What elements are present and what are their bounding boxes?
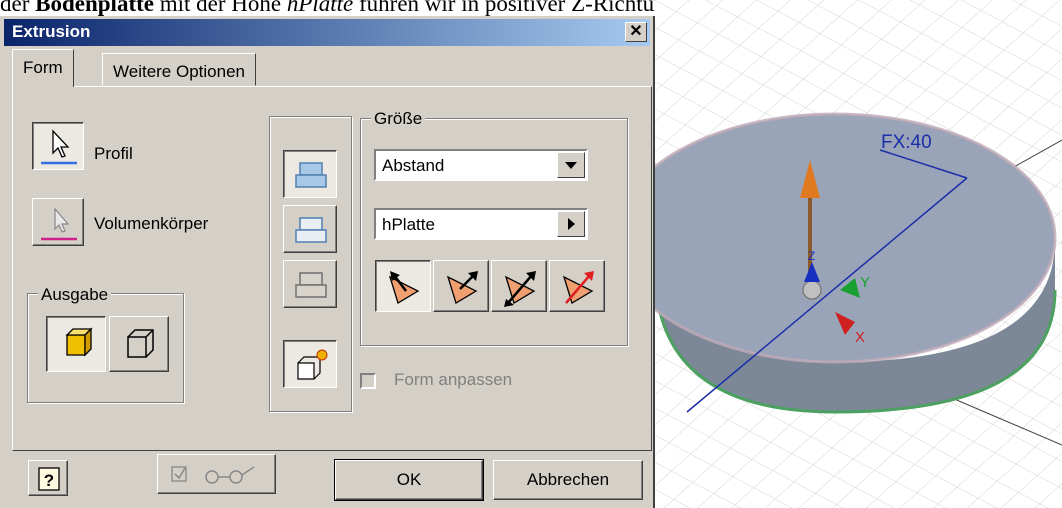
- form-anpassen-label: Form anpassen: [394, 370, 513, 389]
- ausgabe-legend: Ausgabe: [38, 285, 112, 305]
- doc-text-italic: hPlatte: [286, 0, 354, 16]
- groesse-legend: Größe: [371, 109, 426, 129]
- direction-symmetric-button[interactable]: [491, 260, 547, 312]
- doc-text-before: der: [0, 0, 36, 16]
- profil-label: Profil: [94, 144, 133, 163]
- direction-1-button[interactable]: [375, 260, 431, 312]
- direction-symmetric-icon: [504, 271, 536, 307]
- viewport-graphics: FX:40 Z Y X: [655, 0, 1062, 508]
- cut-icon: [295, 217, 327, 243]
- axis-z-label: Z: [808, 249, 815, 263]
- cursor-arrow-icon: [41, 129, 77, 165]
- join-icon: [295, 162, 327, 188]
- distance-value: hPlatte: [382, 215, 435, 234]
- extent-type-dropdown[interactable]: Abstand: [374, 149, 588, 181]
- close-button[interactable]: ✕: [625, 22, 647, 42]
- output-solid-button[interactable]: [46, 316, 106, 372]
- svg-text:?: ?: [44, 471, 54, 490]
- wireframe-cube-icon: [127, 329, 154, 358]
- solid-select-button[interactable]: [32, 198, 84, 246]
- direction-asymmetric-button[interactable]: [549, 260, 605, 312]
- solid-cube-icon: [65, 327, 93, 357]
- form-anpassen-checkbox[interactable]: [360, 373, 376, 389]
- axis-y-label: Y: [860, 274, 870, 291]
- ok-button[interactable]: OK: [334, 459, 484, 501]
- chevron-down-icon[interactable]: [557, 152, 585, 178]
- preview-toggle-button[interactable]: [157, 454, 276, 494]
- output-surface-button[interactable]: [109, 316, 169, 372]
- cancel-button[interactable]: Abbrechen: [493, 460, 643, 500]
- direction-asymmetric-icon: [562, 271, 594, 304]
- extrusion-dialog: Extrusion ✕ Form Weitere Optionen Profil…: [0, 16, 655, 508]
- volumenkoerper-label: Volumenkörper: [94, 214, 209, 233]
- help-icon: ?: [38, 467, 60, 491]
- new-solid-icon: [297, 349, 328, 380]
- dimension-label[interactable]: FX:40: [881, 132, 932, 153]
- join-button[interactable]: [283, 150, 337, 198]
- chevron-right-icon[interactable]: [557, 211, 585, 237]
- glasses-icon: [171, 466, 255, 484]
- doc-text-middle: mit der Höhe: [153, 0, 287, 16]
- title-bar[interactable]: Extrusion ✕: [4, 19, 650, 46]
- direction-1-icon: [388, 271, 420, 304]
- profile-select-button[interactable]: [32, 122, 84, 170]
- tab-form[interactable]: Form: [12, 49, 74, 87]
- model-viewport[interactable]: FX:40 Z Y X: [655, 0, 1062, 508]
- extent-type-value: Abstand: [382, 156, 445, 175]
- axis-x-label: X: [855, 329, 865, 346]
- direction-2-icon: [446, 271, 478, 304]
- distance-input[interactable]: hPlatte: [374, 208, 588, 240]
- intersect-icon: [295, 272, 327, 298]
- cursor-arrow-disabled-icon: [41, 207, 77, 241]
- intersect-button[interactable]: [283, 260, 337, 308]
- tab-weitere-optionen[interactable]: Weitere Optionen: [102, 53, 256, 86]
- help-button[interactable]: ?: [28, 460, 68, 496]
- dialog-title: Extrusion: [12, 22, 91, 41]
- doc-text-bold: Bodenplatte: [35, 0, 154, 16]
- direction-2-button[interactable]: [433, 260, 489, 312]
- cut-button[interactable]: [283, 205, 337, 253]
- new-solid-button[interactable]: [283, 340, 337, 388]
